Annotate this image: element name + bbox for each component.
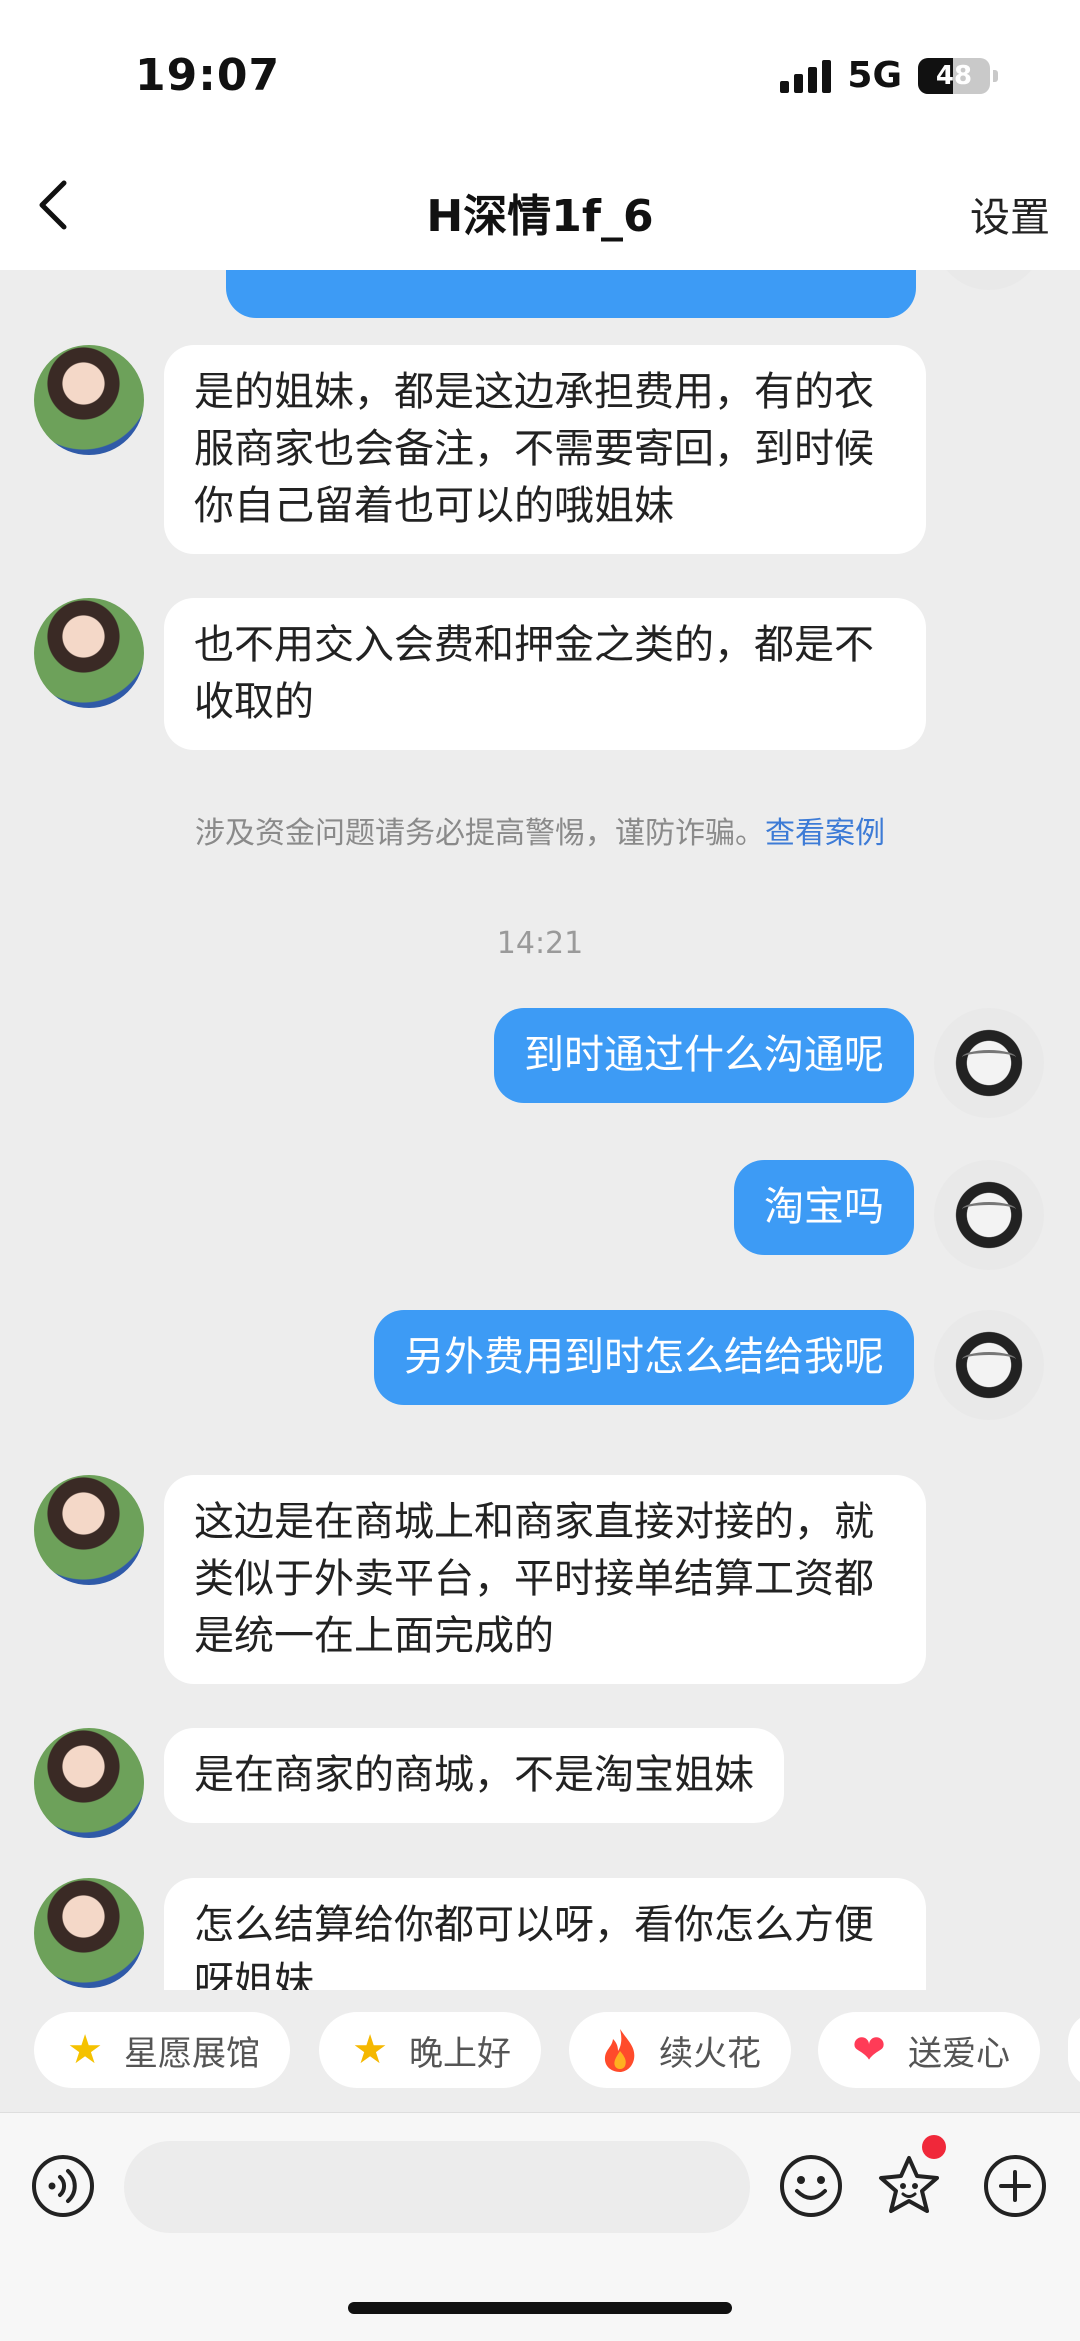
message-bubble[interactable]: 也不用交入会费和押金之类的，都是不收取的 (164, 598, 926, 750)
fraud-warning: 涉及资金问题请务必提高警惕，谨防诈骗。查看案例 (0, 808, 1080, 852)
voice-button[interactable] (30, 2153, 96, 2219)
fire-icon (597, 2027, 643, 2073)
message-text: 另外费用到时怎么结给我呢 (404, 1334, 884, 1380)
chip-star-gallery[interactable]: ★ 星愿展馆 (34, 2012, 290, 2088)
quick-reply-bar[interactable]: ★ 星愿展馆 ★ 晚上好 续火花 ❤ 送爱心 (0, 1990, 1080, 2108)
contact-avatar[interactable] (34, 598, 144, 708)
chat-area[interactable]: 是的姐妹，都是这边承担费用，有的衣服商家也会备注，不需要寄回，到时候你自己留着也… (0, 270, 1080, 1990)
my-avatar[interactable] (934, 270, 1044, 290)
sticker-button[interactable] (876, 2153, 942, 2219)
chip-partial[interactable] (1068, 2012, 1080, 2088)
message-text: 是的姐妹，都是这边承担费用，有的衣服商家也会备注，不需要寄回，到时候你自己留着也… (194, 369, 874, 529)
message-bubble-partial[interactable] (226, 270, 916, 318)
notification-dot (922, 2135, 946, 2159)
message-input[interactable] (124, 2141, 750, 2233)
message-bubble[interactable]: 淘宝吗 (734, 1160, 914, 1255)
chip-label: 送爱心 (908, 2033, 1010, 2074)
timestamp: 14:21 (496, 926, 584, 961)
my-avatar[interactable] (934, 1310, 1044, 1420)
chip-label: 星愿展馆 (124, 2033, 260, 2074)
contact-avatar[interactable] (34, 345, 144, 455)
message-bubble[interactable]: 这边是在商城上和商家直接对接的，就类似于外卖平台，平时接单结算工资都是统一在上面… (164, 1475, 926, 1684)
my-avatar[interactable] (934, 1160, 1044, 1270)
message-text: 淘宝吗 (764, 1184, 884, 1230)
fraud-warning-text: 涉及资金问题请务必提高警惕，谨防诈骗。 (195, 816, 765, 851)
status-indicators: 5G 48 (780, 55, 998, 96)
chip-send-love[interactable]: ❤ 送爱心 (818, 2012, 1040, 2088)
contact-avatar[interactable] (34, 1878, 144, 1988)
emoji-icon (780, 2155, 842, 2217)
star-icon: ★ (67, 2027, 103, 2073)
message-bubble[interactable]: 是在商家的商城，不是淘宝姐妹 (164, 1728, 784, 1823)
contact-avatar[interactable] (34, 1475, 144, 1585)
message-bubble[interactable]: 是的姐妹，都是这边承担费用，有的衣服商家也会备注，不需要寄回，到时候你自己留着也… (164, 345, 926, 554)
message-text: 怎么结算给你都可以呀，看你怎么方便呀姐妹 (194, 1902, 874, 1990)
plus-icon (984, 2155, 1046, 2217)
message-bubble[interactable]: 另外费用到时怎么结给我呢 (374, 1310, 914, 1405)
chip-label: 晚上好 (409, 2033, 511, 2074)
star-face-icon: ★ (352, 2027, 388, 2073)
home-indicator[interactable] (348, 2302, 732, 2314)
message-text: 是在商家的商城，不是淘宝姐妹 (194, 1752, 754, 1798)
chat-title: H深情1f_6 (426, 191, 654, 242)
message-text: 也不用交入会费和押金之类的，都是不收取的 (194, 622, 874, 725)
chip-good-evening[interactable]: ★ 晚上好 (319, 2012, 541, 2088)
view-cases-link[interactable]: 查看案例 (765, 816, 885, 851)
status-time: 19:07 (135, 50, 281, 101)
more-button[interactable] (982, 2153, 1048, 2219)
network-label: 5G (847, 55, 902, 96)
battery-icon: 48 (918, 57, 998, 94)
star-face-icon (879, 2156, 939, 2213)
header: 19:07 5G 48 H深情1f_6 设置 (0, 0, 1080, 270)
heart-icon: ❤ (852, 2027, 886, 2073)
settings-button[interactable]: 设置 (970, 185, 1050, 243)
contact-avatar[interactable] (34, 1728, 144, 1838)
message-bubble[interactable]: 怎么结算给你都可以呀，看你怎么方便呀姐妹 (164, 1878, 926, 1990)
chip-label: 续火花 (659, 2033, 761, 2074)
my-avatar[interactable] (934, 1008, 1044, 1118)
message-text: 到时通过什么沟通呢 (524, 1032, 884, 1078)
chip-continue-spark[interactable]: 续火花 (569, 2012, 791, 2088)
message-text: 这边是在商城上和商家直接对接的，就类似于外卖平台，平时接单结算工资都是统一在上面… (194, 1499, 874, 1659)
voice-icon (32, 2155, 94, 2217)
message-bubble[interactable]: 到时通过什么沟通呢 (494, 1008, 914, 1103)
signal-icon (780, 59, 832, 93)
battery-level: 48 (935, 60, 973, 91)
emoji-button[interactable] (778, 2153, 844, 2219)
